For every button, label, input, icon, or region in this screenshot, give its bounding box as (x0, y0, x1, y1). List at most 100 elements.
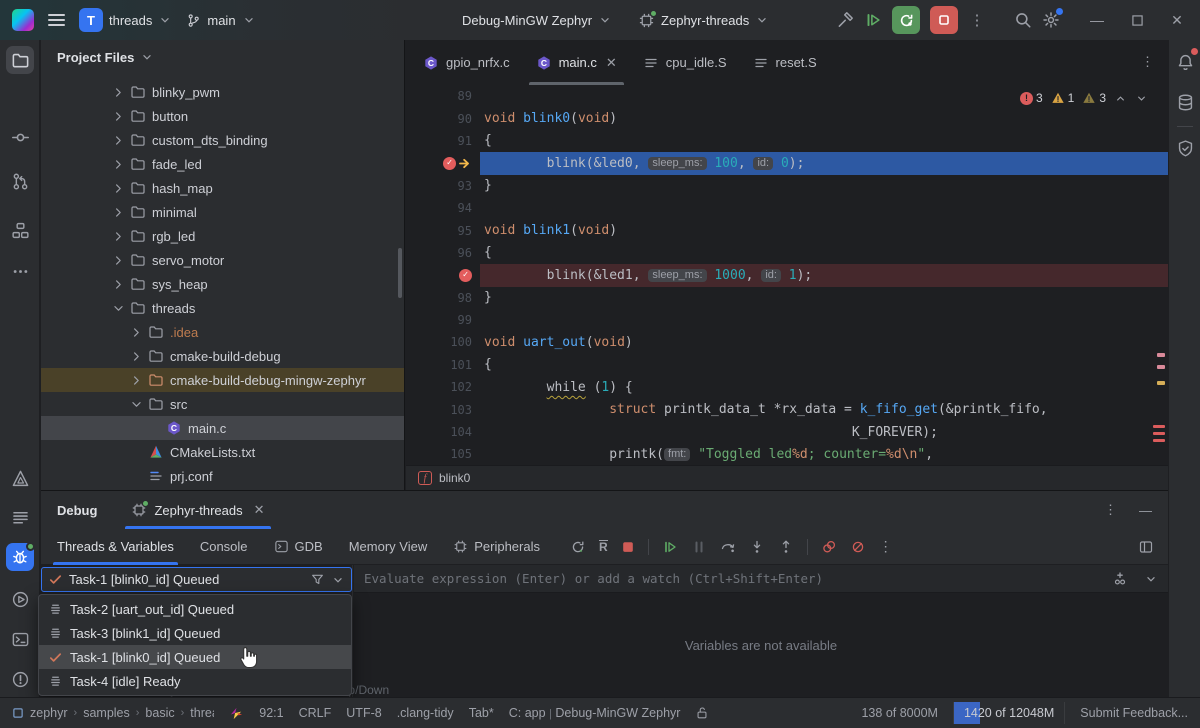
code-line[interactable]: 103 struct printk_data_t *rx_data = k_fi… (406, 398, 1168, 420)
caret-position[interactable]: 92:1 (259, 706, 283, 720)
tree-chevron-icon[interactable] (111, 85, 126, 100)
maximize-icon[interactable] (1122, 6, 1152, 34)
rerun-icon[interactable] (570, 539, 586, 555)
funnel-icon[interactable] (310, 572, 325, 587)
breakpoint-gutter[interactable]: ✓ (406, 157, 480, 170)
code-line[interactable]: 93} (406, 175, 1168, 197)
tree-chevron-icon[interactable] (129, 373, 144, 388)
code-line[interactable]: 98} (406, 287, 1168, 309)
lock-open-icon[interactable] (695, 706, 709, 720)
file-encoding[interactable]: UTF-8 (346, 706, 381, 720)
stripe-mark[interactable] (1157, 381, 1165, 385)
stripe-mark[interactable] (1153, 439, 1165, 442)
tree-row[interactable]: rgb_led (41, 224, 404, 248)
dropdown-item[interactable]: Task-3 [blink1_id] Queued (39, 621, 351, 645)
tree-chevron-icon[interactable] (129, 325, 144, 340)
line-number[interactable]: 96 (406, 246, 480, 260)
tab-peripherals[interactable]: Peripherals (453, 529, 540, 565)
close-icon[interactable]: ✕ (606, 55, 617, 71)
tree-chevron-icon[interactable] (111, 181, 126, 196)
line-number[interactable]: 95 (406, 224, 480, 238)
dropdown-item[interactable]: Task-1 [blink0_id] Queued (39, 645, 351, 669)
security-button[interactable] (1171, 134, 1199, 162)
tree-chevron-icon[interactable] (129, 397, 144, 412)
hamburger-menu-icon[interactable] (48, 11, 65, 29)
stripe-mark[interactable] (1153, 432, 1165, 435)
code-line[interactable]: 105 printk(fmt: "Toggled led%d; counter=… (406, 443, 1168, 465)
tree-row[interactable]: button (41, 104, 404, 128)
branch-widget[interactable]: main (186, 13, 255, 28)
project-tool-button[interactable] (6, 46, 34, 74)
project-scrollbar[interactable] (398, 248, 402, 298)
chevron-down-icon[interactable] (1144, 572, 1158, 586)
heap-indicator[interactable]: 138 of 8000M (861, 706, 937, 720)
tree-row[interactable]: CMakeLists.txt (41, 440, 404, 464)
tree-row[interactable]: src (41, 392, 404, 416)
code-line[interactable]: 94 (406, 197, 1168, 219)
add-watch-icon[interactable] (1112, 571, 1128, 587)
memory-indicator[interactable]: 1420 of 12048M (953, 702, 1065, 724)
tree-row[interactable]: prj.conf (41, 464, 404, 488)
pause-icon[interactable] (691, 539, 707, 555)
structure-tool-button[interactable] (6, 216, 34, 244)
line-number[interactable]: 89 (406, 89, 480, 103)
cmake-tool-button[interactable] (6, 464, 34, 492)
linter-status[interactable]: .clang-tidy (397, 706, 454, 720)
debug-session-tab[interactable]: Zephyr-threads ✕ (131, 491, 264, 529)
status-breadcrumbs[interactable]: zephyr› samples› basic› threads (12, 706, 214, 720)
terminal-tool-button[interactable] (6, 625, 34, 653)
minimize-icon[interactable]: — (1082, 6, 1112, 34)
breakpoint-icon[interactable]: ✓ (443, 157, 456, 170)
close-icon[interactable]: ✕ (1162, 6, 1192, 34)
tab-threads-variables[interactable]: Threads & Variables (57, 529, 174, 565)
build-hammer-icon[interactable] (836, 11, 854, 29)
code-line[interactable]: ✓ blink(&led1, sleep_ms: 1000, id: 1); (406, 264, 1168, 286)
line-number[interactable]: 93 (406, 179, 480, 193)
toolchain-status[interactable]: C: app | Debug-MinGW Zephyr (509, 706, 681, 720)
code-line[interactable]: 91{ (406, 130, 1168, 152)
line-number[interactable]: 104 (406, 425, 480, 439)
kebab-icon[interactable]: ⋮ (879, 538, 893, 555)
breakpoint-gutter[interactable]: ✓ (406, 269, 480, 282)
stripe-mark[interactable] (1157, 365, 1165, 369)
tree-row[interactable]: fade_led (41, 152, 404, 176)
resume-icon[interactable] (864, 11, 882, 29)
search-icon[interactable] (1014, 11, 1032, 29)
debug-tool-button[interactable] (6, 543, 34, 571)
tree-row[interactable]: Cmain.c (41, 416, 404, 440)
submit-feedback-link[interactable]: Submit Feedback... (1080, 706, 1188, 720)
stop-button[interactable] (930, 6, 958, 34)
breadcrumb-function[interactable]: blink0 (439, 471, 470, 485)
chevron-down-icon[interactable] (331, 573, 345, 587)
code-line[interactable]: 90void blink0(void) (406, 107, 1168, 129)
gear-icon[interactable] (1042, 11, 1060, 29)
project-widget[interactable]: T threads (79, 8, 172, 32)
thread-selector[interactable]: Task-1 [blink0_id] Queued (41, 567, 352, 592)
editor-tab-main-c[interactable]: Cmain.c✕ (523, 40, 630, 85)
run-configuration-selector[interactable]: Debug-MinGW Zephyr (462, 13, 612, 28)
tab-gdb[interactable]: GDB (274, 529, 323, 565)
stripe-mark[interactable] (1157, 353, 1165, 357)
tab-console[interactable]: Console (200, 529, 248, 565)
reset-icon[interactable]: R (599, 540, 608, 554)
tree-chevron-icon[interactable] (129, 349, 144, 364)
tab-memory-view[interactable]: Memory View (349, 529, 428, 565)
tree-row[interactable]: servo_motor (41, 248, 404, 272)
step-out-icon[interactable] (778, 539, 794, 555)
problems-tool-button[interactable] (6, 665, 34, 693)
layout-icon[interactable] (1138, 539, 1154, 555)
code-line[interactable]: ✓ blink(&led0, sleep_ms: 100, id: 0); (406, 152, 1168, 174)
code-line[interactable]: 101{ (406, 354, 1168, 376)
editor-tab-gpio_nrfx-c[interactable]: Cgpio_nrfx.c (410, 40, 523, 85)
stripe-mark[interactable] (1153, 425, 1165, 428)
code-line[interactable]: 95void blink1(void) (406, 219, 1168, 241)
line-number[interactable]: 98 (406, 291, 480, 305)
tree-row[interactable]: .idea (41, 320, 404, 344)
kebab-icon[interactable]: ⋮ (1141, 54, 1154, 70)
notifications-button[interactable] (1171, 48, 1199, 76)
tree-chevron-icon[interactable] (111, 205, 126, 220)
next-issue-icon[interactable] (1135, 92, 1148, 105)
commit-tool-button[interactable] (6, 123, 34, 151)
code-line[interactable]: 104 K_FOREVER); (406, 421, 1168, 443)
line-number[interactable]: 100 (406, 335, 480, 349)
